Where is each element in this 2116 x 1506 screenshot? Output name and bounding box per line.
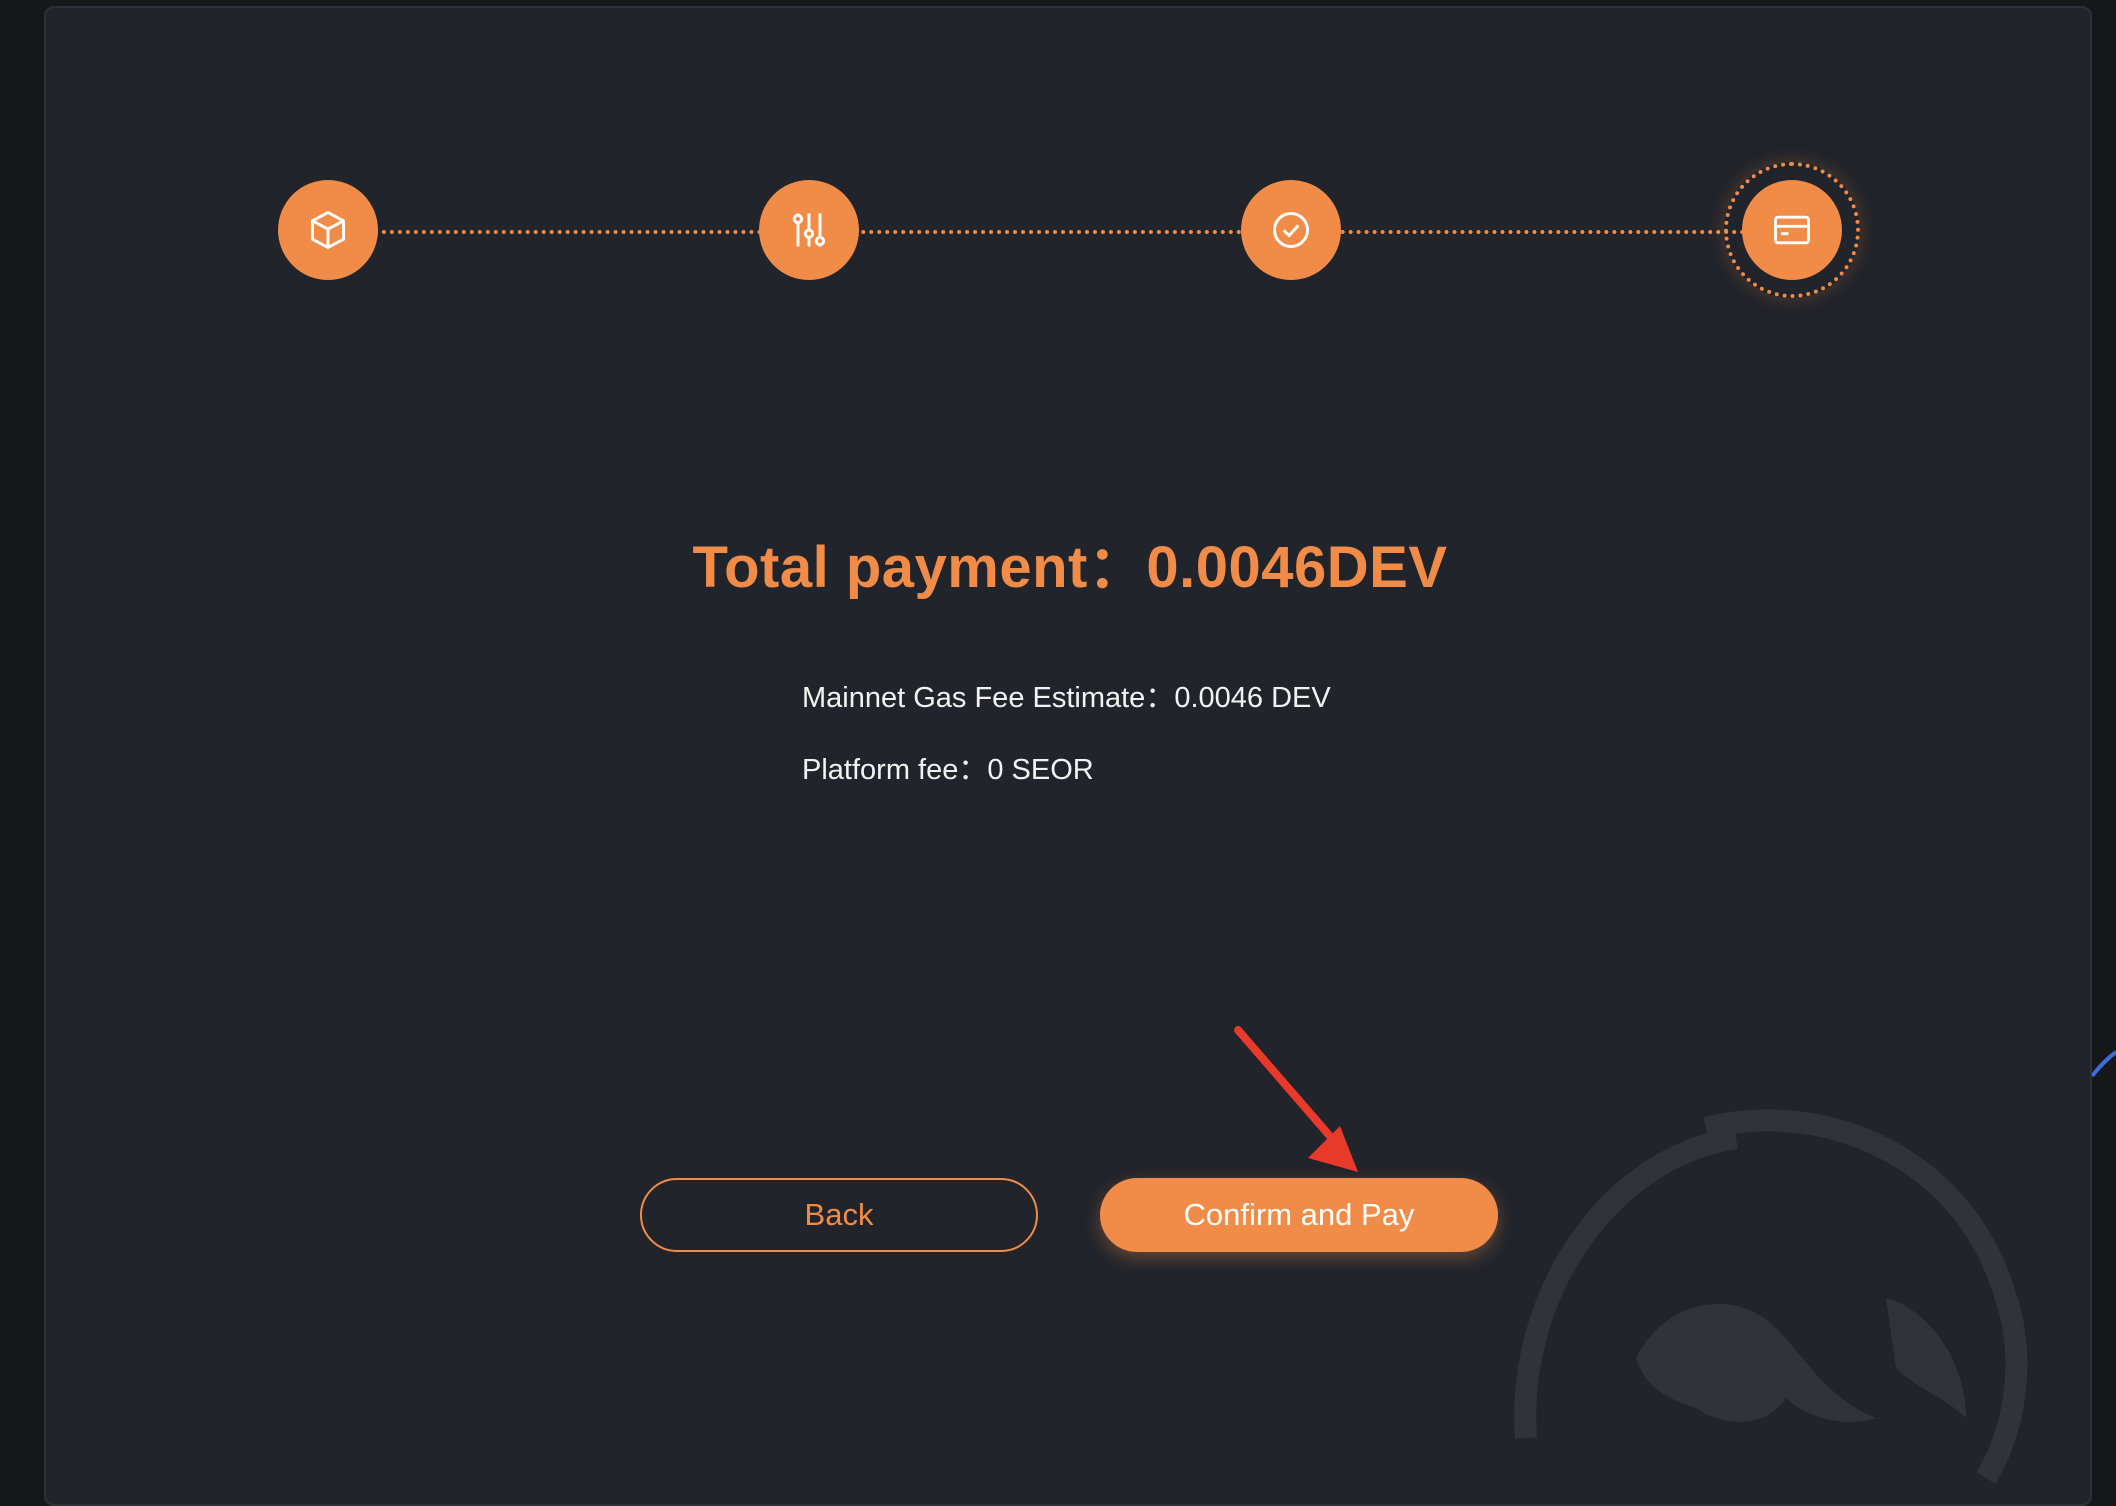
app-background: Total payment：0.0046DEV Mainnet Gas Fee … xyxy=(0,0,2116,1506)
progress-stepper xyxy=(46,8,2090,308)
sliders-icon xyxy=(792,213,826,247)
gas-fee-value: 0.0046 DEV xyxy=(1174,682,1331,714)
check-circle-icon xyxy=(1273,212,1309,248)
annotation-arrow-icon xyxy=(1234,1026,1358,1172)
gas-fee-label: Mainnet Gas Fee Estimate： xyxy=(802,682,1175,714)
step-4-payment xyxy=(1742,180,1842,280)
total-payment-label: Total payment： xyxy=(692,535,1147,600)
platform-fee-row: Platform fee：0 SEOR xyxy=(802,750,1331,822)
stepper-connector-line xyxy=(278,230,1778,234)
step-2-configure xyxy=(759,180,859,280)
platform-fee-label: Platform fee： xyxy=(802,754,988,786)
gas-fee-row: Mainnet Gas Fee Estimate：0.0046 DEV xyxy=(802,678,1331,750)
fee-details: Mainnet Gas Fee Estimate：0.0046 DEV Plat… xyxy=(802,678,1331,822)
cube-icon xyxy=(310,210,346,250)
total-payment-value: 0.0046DEV xyxy=(1146,535,1448,600)
platform-fee-value: 0 SEOR xyxy=(987,754,1094,786)
bird-watermark-logo xyxy=(1514,1109,2028,1484)
back-button-label: Back xyxy=(804,1197,874,1232)
confirm-button-label: Confirm and Pay xyxy=(1183,1197,1415,1232)
back-button[interactable]: Back xyxy=(640,1178,1038,1252)
total-payment: Total payment：0.0046DEV xyxy=(46,520,2090,604)
step-1-package xyxy=(278,180,378,280)
payment-panel: Total payment：0.0046DEV Mainnet Gas Fee … xyxy=(44,6,2092,1506)
card-icon xyxy=(1774,215,1810,245)
edge-accent-line xyxy=(2092,1050,2116,1078)
step-3-verify xyxy=(1241,180,1341,280)
